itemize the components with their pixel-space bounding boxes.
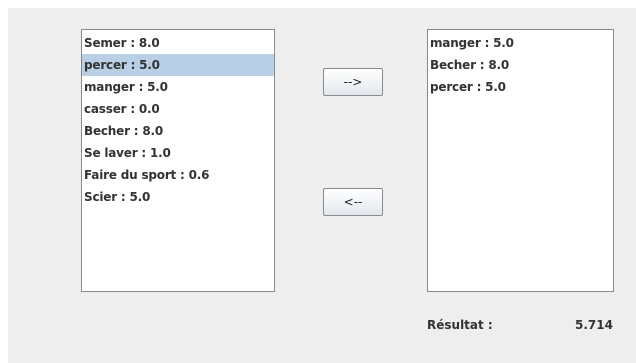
list-item[interactable]: Semer : 8.0 <box>82 32 274 54</box>
selected-actions-list[interactable]: manger : 5.0 Becher : 8.0 percer : 5.0 <box>427 29 614 292</box>
list-item[interactable]: percer : 5.0 <box>82 54 274 76</box>
move-left-button[interactable]: <-- <box>323 188 383 216</box>
list-item[interactable]: percer : 5.0 <box>428 76 613 98</box>
list-item[interactable]: Faire du sport : 0.6 <box>82 164 274 186</box>
list-item[interactable]: manger : 5.0 <box>82 76 274 98</box>
available-actions-list[interactable]: Semer : 8.0 percer : 5.0 manger : 5.0 ca… <box>81 29 275 292</box>
list-item[interactable]: Becher : 8.0 <box>82 120 274 142</box>
list-item[interactable]: Becher : 8.0 <box>428 54 613 76</box>
list-item[interactable]: Scier : 5.0 <box>82 186 274 208</box>
list-item[interactable]: manger : 5.0 <box>428 32 613 54</box>
list-item[interactable]: casser : 0.0 <box>82 98 274 120</box>
list-item[interactable]: Se laver : 1.0 <box>82 142 274 164</box>
move-right-button[interactable]: --> <box>323 68 383 96</box>
result-value: 5.714 <box>575 318 613 332</box>
result-label: Résultat : <box>427 318 493 332</box>
